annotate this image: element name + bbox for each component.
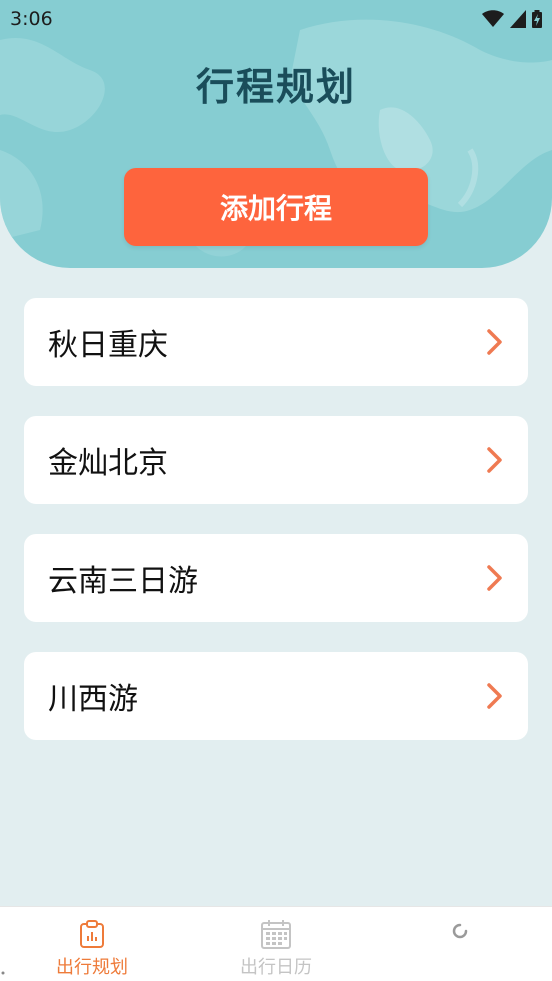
tab-label: 出行日历: [240, 957, 312, 978]
tab-travel-calendar[interactable]: 出行日历: [184, 907, 368, 981]
trip-item-label: 云南三日游: [48, 564, 198, 599]
tab-trip-planning[interactable]: 出行规划: [0, 907, 184, 981]
chevron-right-icon: [487, 565, 502, 591]
cell-signal-icon: [510, 10, 526, 28]
trip-item[interactable]: 云南三日游: [24, 534, 528, 622]
clipboard-chart-icon: [80, 920, 104, 948]
add-trip-button[interactable]: 添加行程: [124, 168, 428, 246]
page-title: 行程规划: [195, 65, 356, 109]
chevron-right-icon: [487, 683, 502, 709]
chevron-right-icon: [487, 329, 502, 355]
corner-artifact-icon: [1, 971, 5, 975]
tab-third[interactable]: [368, 907, 552, 981]
battery-charging-icon: [532, 10, 542, 28]
loading-icon: [452, 923, 468, 939]
trip-item[interactable]: 川西游: [24, 652, 528, 740]
header-banner: 3:06 行程规划 添加行程: [0, 0, 552, 268]
trip-item-label: 川西游: [48, 682, 138, 717]
trip-item-label: 秋日重庆: [48, 328, 168, 363]
status-time: 3:06: [10, 8, 53, 30]
calendar-icon: [261, 920, 291, 949]
status-icons: [482, 10, 542, 28]
trip-list: 秋日重庆 金灿北京 云南三日游 川西游: [24, 298, 528, 770]
trip-item[interactable]: 金灿北京: [24, 416, 528, 504]
wifi-icon: [482, 10, 504, 27]
status-bar: 3:06: [0, 0, 552, 38]
bottom-tab-bar: 出行规划 出行日历: [0, 906, 552, 981]
tab-label: 出行规划: [56, 957, 128, 978]
trip-item-label: 金灿北京: [48, 446, 168, 481]
trip-item[interactable]: 秋日重庆: [24, 298, 528, 386]
chevron-right-icon: [487, 447, 502, 473]
